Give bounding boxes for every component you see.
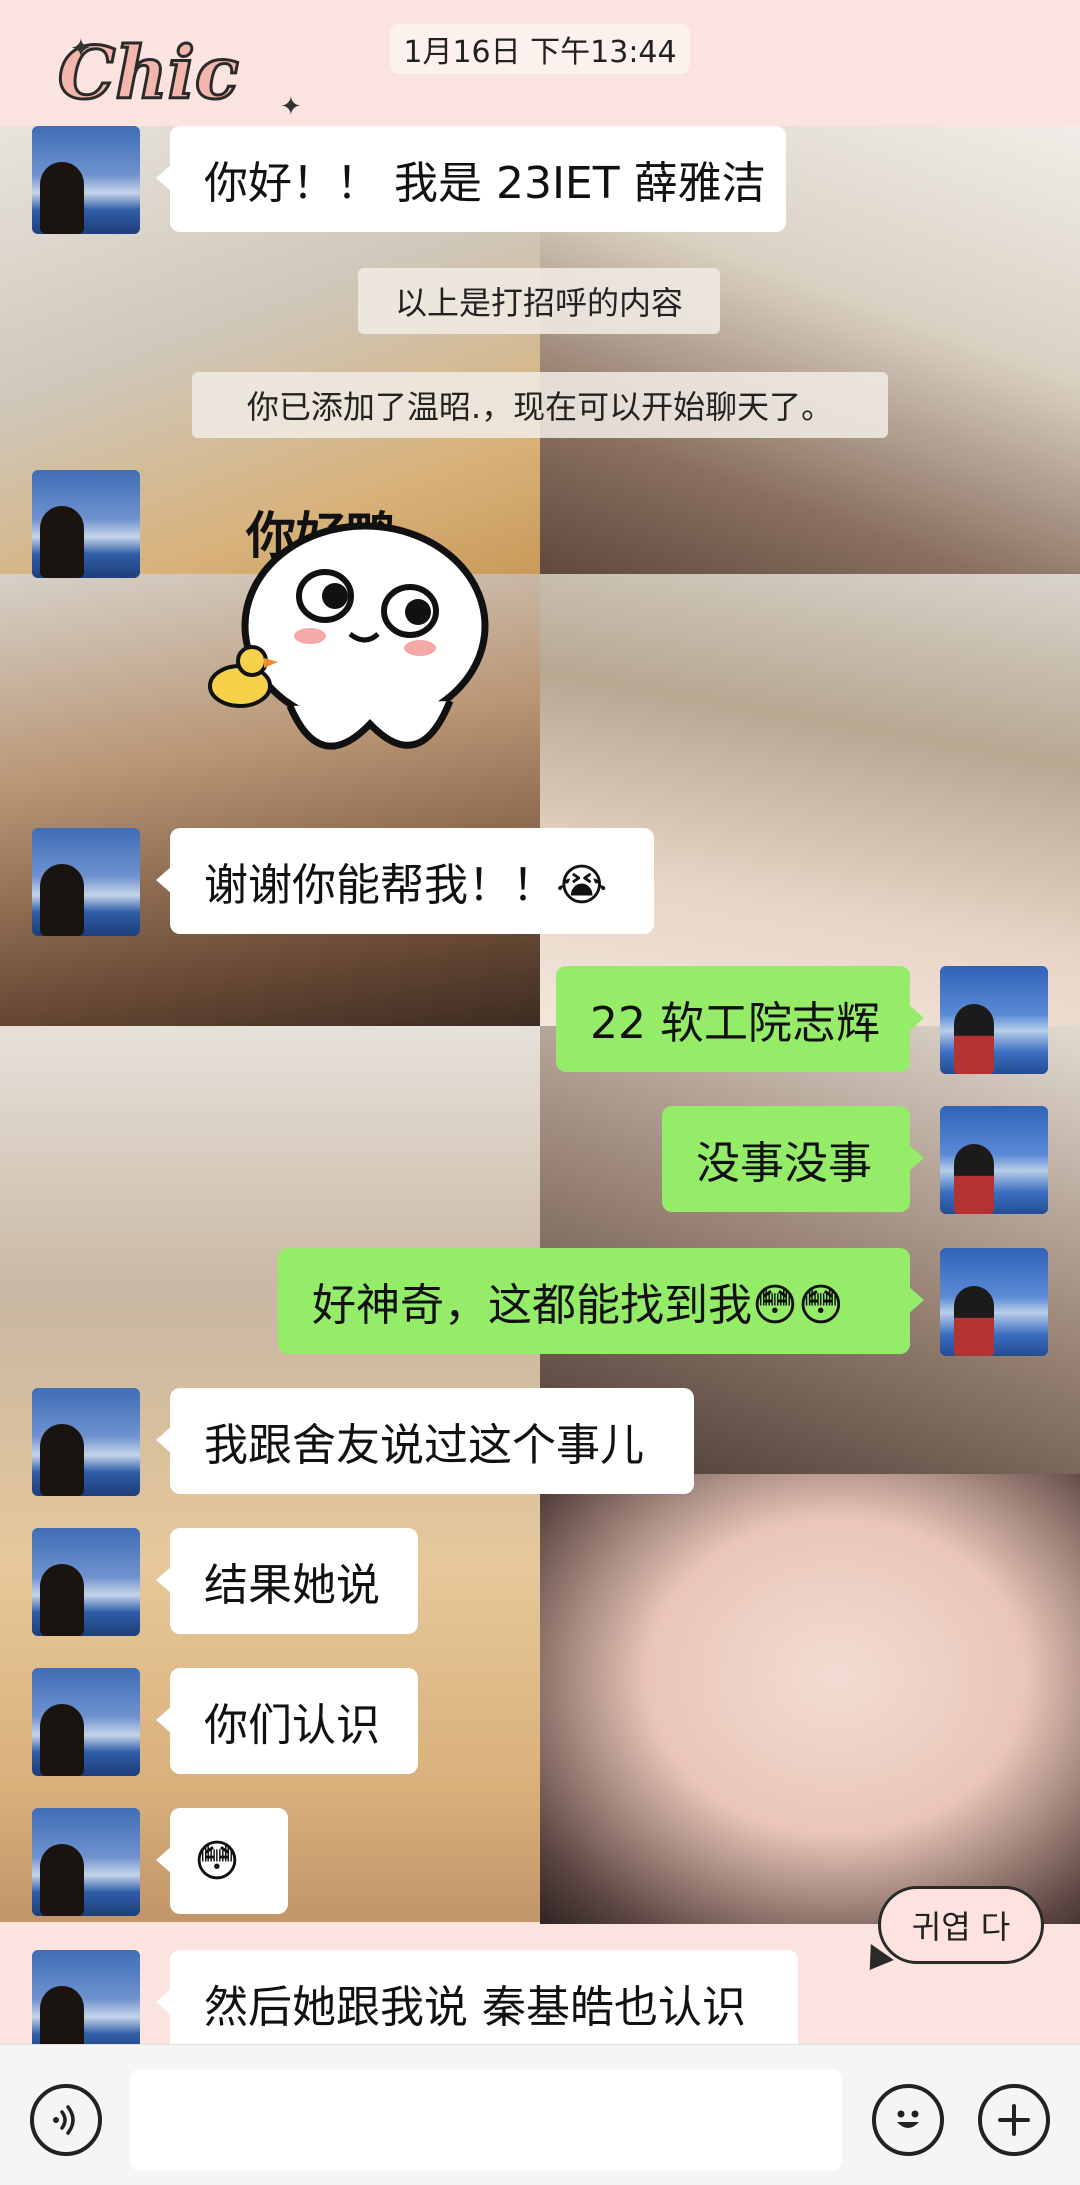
corner-sticker: 귀엽 다 <box>878 1886 1044 1964</box>
message-bubble-incoming[interactable]: 你好！！ 我是 23IET 薛雅洁 <box>156 126 786 232</box>
input-bar <box>0 2044 1080 2185</box>
message-bubble-outgoing[interactable]: 好神奇，这都能找到我😳😳 <box>278 1248 924 1354</box>
message-bubble-incoming[interactable]: 我跟舍友说过这个事儿 <box>156 1388 694 1494</box>
contact-avatar[interactable] <box>32 828 140 936</box>
message-text: 没事没事 <box>696 1138 872 1189</box>
contact-avatar[interactable] <box>32 1388 140 1496</box>
plus-icon <box>998 2104 1030 2136</box>
chat-timestamp: 1月16日 下午13:44 <box>390 24 690 74</box>
my-avatar[interactable] <box>940 1106 1048 1214</box>
my-avatar[interactable] <box>940 966 1048 1074</box>
message-text: 然后她跟我说 秦基皓也认识 <box>204 1982 746 2033</box>
message-bubble-outgoing[interactable]: 22 软工院志辉 <box>556 966 924 1072</box>
background-photo <box>540 1474 1080 1924</box>
sticker-image[interactable] <box>200 486 500 786</box>
message-text: 你们认识 <box>204 1700 380 1751</box>
contact-avatar[interactable] <box>32 1808 140 1916</box>
voice-icon <box>53 2105 75 2135</box>
message-text: 😳 <box>194 1835 240 1887</box>
contact-avatar[interactable] <box>32 1950 140 2058</box>
message-input[interactable] <box>130 2069 842 2171</box>
message-text: 我跟舍友说过这个事儿 <box>204 1420 644 1471</box>
emoji-icon[interactable] <box>872 2084 944 2156</box>
system-message: 你已添加了温昭.，现在可以开始聊天了。 <box>192 372 888 438</box>
chic-logo: Chic <box>57 29 241 117</box>
my-avatar[interactable] <box>940 1248 1048 1356</box>
message-bubble-incoming[interactable]: 结果她说 <box>156 1528 418 1634</box>
sparkle-icon: ✦ <box>70 34 92 64</box>
plus-icon[interactable] <box>978 2084 1050 2156</box>
smiley-face-icon <box>897 2110 919 2128</box>
background-photo <box>540 574 1080 1026</box>
contact-avatar[interactable] <box>32 470 140 578</box>
contact-avatar[interactable] <box>32 1528 140 1636</box>
contact-avatar[interactable] <box>32 1668 140 1776</box>
voice-icon[interactable] <box>30 2084 102 2156</box>
sparkle-icon: ✦ <box>280 92 302 122</box>
contact-avatar[interactable] <box>32 126 140 234</box>
message-text: 22 软工院志辉 <box>590 998 880 1049</box>
message-text: 你好！！ 我是 23IET 薛雅洁 <box>204 158 766 209</box>
message-bubble-incoming[interactable]: 然后她跟我说 秦基皓也认识 <box>156 1950 798 2056</box>
system-message: 以上是打招呼的内容 <box>358 268 720 334</box>
message-text: 谢谢你能帮我！！😭 <box>204 860 608 911</box>
message-text: 结果她说 <box>204 1560 380 1611</box>
message-bubble-incoming[interactable]: 你们认识 <box>156 1668 418 1774</box>
message-bubble-incoming[interactable]: 谢谢你能帮我！！😭 <box>156 828 654 934</box>
message-bubble-outgoing[interactable]: 没事没事 <box>662 1106 924 1212</box>
message-text: 好神奇，这都能找到我😳😳 <box>312 1280 844 1331</box>
message-bubble-incoming[interactable]: 😳 <box>156 1808 288 1914</box>
